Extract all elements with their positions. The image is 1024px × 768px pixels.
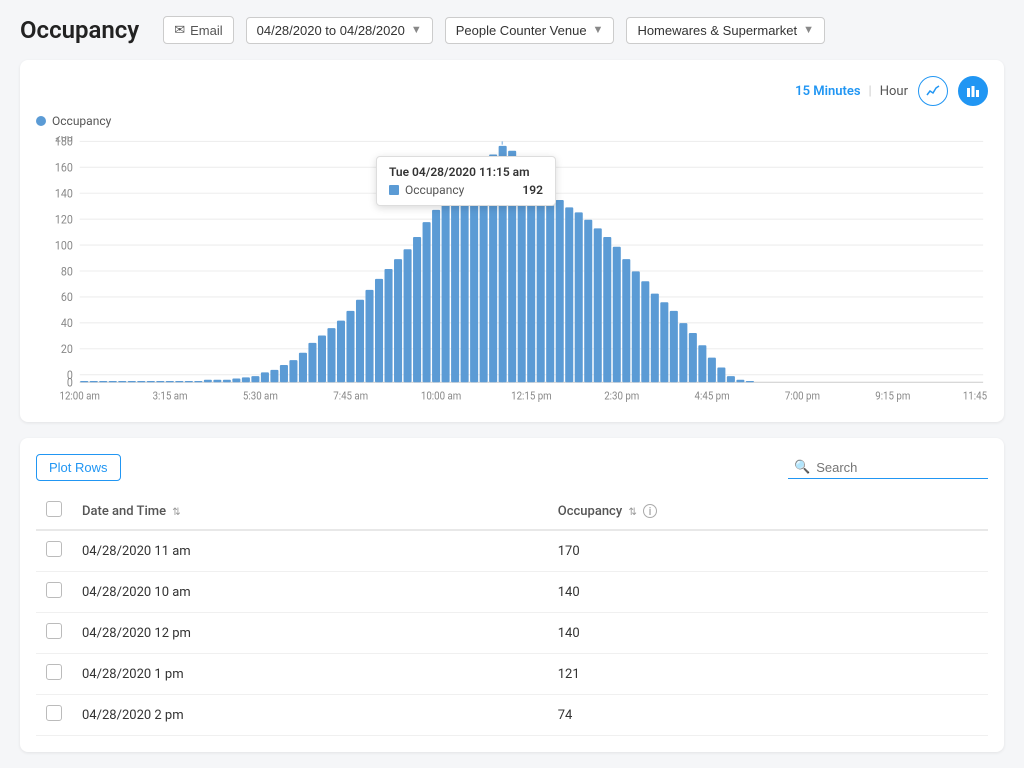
row-checkbox[interactable]: [46, 705, 62, 721]
row-datetime: 04/28/2020 11 am: [72, 530, 548, 572]
svg-text:9:15 pm: 9:15 pm: [875, 389, 910, 403]
email-button[interactable]: ✉ Email: [163, 16, 233, 44]
row-datetime: 04/28/2020 12 pm: [72, 613, 548, 654]
legend-dot: [36, 116, 46, 126]
svg-text:140: 140: [55, 187, 73, 201]
occupancy-column-header: Occupancy ⇅ i: [548, 493, 988, 530]
svg-text:0: 0: [67, 368, 73, 382]
line-chart-button[interactable]: [918, 76, 948, 106]
table-body: 04/28/2020 11 am 170 04/28/2020 10 am 14…: [36, 530, 988, 736]
row-datetime: 04/28/2020 10 am: [72, 572, 548, 613]
hour-toggle[interactable]: Hour: [880, 84, 908, 99]
page-title: Occupancy: [20, 16, 139, 44]
search-input[interactable]: [816, 460, 982, 475]
svg-text:7:00 pm: 7:00 pm: [785, 389, 820, 403]
svg-text:160: 160: [55, 161, 73, 175]
bar-chart-button[interactable]: [958, 76, 988, 106]
venue-dropdown[interactable]: People Counter Venue ▼: [445, 17, 615, 44]
category-dropdown[interactable]: Homewares & Supermarket ▼: [626, 17, 825, 44]
row-checkbox[interactable]: [46, 582, 62, 598]
time-toggle: 15 Minutes | Hour: [795, 84, 908, 99]
svg-text:12:15 pm: 12:15 pm: [511, 389, 552, 403]
row-occupancy: 121: [548, 654, 988, 695]
svg-text:2:30 pm: 2:30 pm: [604, 389, 639, 403]
row-occupancy: 140: [548, 572, 988, 613]
svg-text:4:45 pm: 4:45 pm: [695, 389, 730, 403]
svg-text:5:30 am: 5:30 am: [243, 389, 278, 403]
chart-legend: Occupancy: [36, 114, 988, 128]
table-header-row: Date and Time ⇅ Occupancy ⇅ i: [36, 493, 988, 530]
row-datetime: 04/28/2020 1 pm: [72, 654, 548, 695]
svg-text:12:00 am: 12:00 am: [60, 389, 100, 403]
date-range-dropdown[interactable]: 04/28/2020 to 04/28/2020 ▼: [246, 17, 433, 44]
datetime-sort-icon[interactable]: ⇅: [172, 507, 180, 518]
svg-text:7:45 am: 7:45 am: [333, 389, 368, 403]
svg-text:200: 200: [55, 136, 73, 145]
plot-rows-button[interactable]: Plot Rows: [36, 454, 121, 481]
row-occupancy: 74: [548, 695, 988, 736]
email-icon: ✉: [174, 22, 185, 38]
row-checkbox-cell: [36, 530, 72, 572]
svg-text:11:45 pm: 11:45 pm: [963, 389, 988, 403]
chevron-down-icon: ▼: [411, 24, 422, 36]
table-row: 04/28/2020 11 am 170: [36, 530, 988, 572]
row-checkbox[interactable]: [46, 664, 62, 680]
table-row: 04/28/2020 10 am 140: [36, 572, 988, 613]
occupancy-info-icon[interactable]: i: [643, 504, 657, 518]
svg-text:3:15 am: 3:15 am: [153, 389, 188, 403]
row-checkbox-cell: [36, 613, 72, 654]
table-toolbar: Plot Rows 🔍: [36, 454, 988, 481]
table-row: 04/28/2020 12 pm 140: [36, 613, 988, 654]
chart-controls: 15 Minutes | Hour: [36, 76, 988, 106]
row-occupancy: 170: [548, 530, 988, 572]
chart-area: 0 0 20 40 60 80 100 120 140 160 180 200: [36, 136, 988, 406]
line-chart-icon: [926, 84, 940, 98]
occupancy-sort-icon[interactable]: ⇅: [628, 507, 636, 518]
table-row: 04/28/2020 1 pm 121: [36, 654, 988, 695]
svg-text:80: 80: [61, 265, 73, 279]
table-row: 04/28/2020 2 pm 74: [36, 695, 988, 736]
table-panel: Plot Rows 🔍 Date and Time ⇅ Occupancy: [20, 438, 1004, 752]
data-table: Date and Time ⇅ Occupancy ⇅ i 04/28/2020…: [36, 493, 988, 736]
svg-text:60: 60: [61, 291, 73, 305]
row-checkbox[interactable]: [46, 541, 62, 557]
chevron-down-icon: ▼: [803, 24, 814, 36]
svg-text:40: 40: [61, 317, 73, 331]
row-occupancy: 140: [548, 613, 988, 654]
svg-text:10:00 am: 10:00 am: [421, 389, 461, 403]
row-checkbox-cell: [36, 654, 72, 695]
row-checkbox-cell: [36, 695, 72, 736]
svg-text:20: 20: [61, 343, 73, 357]
x-axis: 12:00 am 3:15 am 5:30 am 7:45 am 10:00 a…: [60, 389, 988, 403]
chart-svg: 0 0 20 40 60 80 100 120 140 160 180 200: [36, 136, 988, 406]
header-checkbox-cell: [36, 493, 72, 530]
svg-text:120: 120: [55, 213, 73, 227]
chevron-down-icon: ▼: [593, 24, 604, 36]
legend-label: Occupancy: [52, 114, 111, 128]
15-minutes-toggle[interactable]: 15 Minutes: [795, 84, 860, 99]
row-checkbox[interactable]: [46, 623, 62, 639]
select-all-checkbox[interactable]: [46, 501, 62, 517]
svg-text:100: 100: [55, 239, 73, 253]
search-icon: 🔍: [794, 460, 810, 475]
bar-chart-icon: [966, 84, 980, 98]
row-checkbox-cell: [36, 572, 72, 613]
bars: [80, 146, 754, 382]
chart-panel: 15 Minutes | Hour Occupancy: [20, 60, 1004, 422]
datetime-column-header: Date and Time ⇅: [72, 493, 548, 530]
search-box: 🔍: [788, 457, 988, 479]
row-datetime: 04/28/2020 2 pm: [72, 695, 548, 736]
